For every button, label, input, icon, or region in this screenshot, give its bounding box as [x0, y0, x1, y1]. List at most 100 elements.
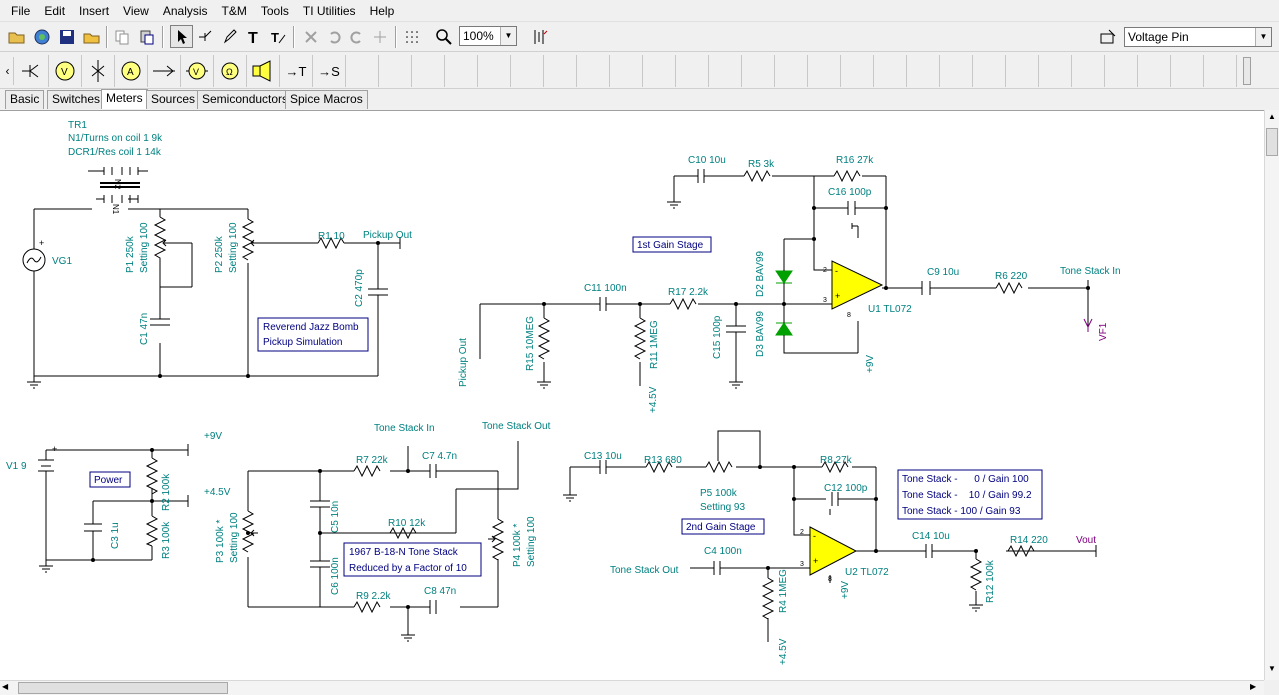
vertical-scroll-thumb[interactable] — [1266, 128, 1278, 156]
p5-setting: Setting 93 — [700, 502, 745, 513]
svg-text:+: + — [52, 444, 57, 454]
schematic-canvas[interactable]: - + - + 2 3 2 3 8 8 + + TR1 N1/Turns on coil 1… — [0, 110, 1264, 680]
r15-label: R15 10MEG — [525, 316, 536, 371]
u1-label: U1 TL072 — [868, 304, 912, 315]
tone-out2-label: Tone Stack Out — [610, 565, 679, 576]
speaker-icon[interactable] — [247, 55, 280, 87]
horizontal-scroll-thumb[interactable] — [18, 682, 228, 694]
undo-icon[interactable] — [322, 25, 345, 48]
menu-edit[interactable]: Edit — [37, 0, 72, 22]
tab-basic[interactable]: Basic — [5, 90, 45, 109]
probe-type-select[interactable]: Voltage Pin ▼ — [1124, 27, 1272, 47]
text-tool-icon[interactable]: T — [242, 25, 265, 48]
open-folder-icon[interactable] — [5, 25, 28, 48]
text-strike-icon[interactable]: T — [266, 25, 289, 48]
vertical-scrollbar[interactable]: ▲ ▼ — [1264, 110, 1279, 680]
tone-out-label: Tone Stack Out — [482, 421, 551, 432]
svg-text:V: V — [193, 67, 199, 77]
menu-tm[interactable]: T&M — [215, 0, 254, 22]
p2-setting: Setting 100 — [228, 222, 239, 273]
sensor-icon[interactable] — [82, 55, 115, 87]
c15-label: C15 100p — [712, 315, 723, 359]
stage2-label: 2nd Gain Stage — [686, 522, 756, 533]
menu-analysis[interactable]: Analysis — [156, 0, 215, 22]
svg-text:T: T — [271, 30, 279, 45]
empty-cell — [1204, 55, 1237, 87]
d3-label: D3 BAV99 — [755, 311, 766, 357]
ohmmeter-lamp-icon[interactable]: Ω — [214, 55, 247, 87]
component-tool-icon[interactable] — [528, 25, 551, 48]
c8-label: C8 47n — [424, 586, 456, 597]
svg-text:2: 2 — [800, 529, 804, 536]
svg-text:2: 2 — [823, 267, 827, 274]
svg-text:+: + — [39, 238, 44, 248]
menu-ti-utilities[interactable]: TI Utilities — [296, 0, 363, 22]
r11-supply-label: +4.5V — [648, 386, 659, 413]
tab-spice-macros[interactable]: Spice Macros — [285, 90, 368, 109]
toolbar-scroll-thumb[interactable] — [1243, 57, 1251, 85]
voltmeter-icon[interactable]: V — [49, 55, 82, 87]
delete-icon[interactable] — [299, 25, 322, 48]
plus9-label: +9V — [204, 431, 222, 442]
menu-insert[interactable]: Insert — [72, 0, 116, 22]
current-arrow-icon[interactable] — [148, 55, 181, 87]
empty-cell — [1138, 55, 1171, 87]
menu-file[interactable]: File — [4, 0, 37, 22]
wire-tool-icon[interactable] — [193, 25, 216, 48]
tone-in-label: Tone Stack In — [1060, 266, 1121, 277]
tab-semiconductors[interactable]: Semiconductors — [197, 90, 294, 109]
note1-line1: Reverend Jazz Bomb — [263, 322, 359, 333]
zoom-select[interactable]: 100% ▼ — [459, 26, 517, 46]
scroll-left-icon[interactable]: ‹ — [2, 57, 14, 85]
empty-cell — [1006, 55, 1039, 87]
text-arrow-icon[interactable]: →T — [280, 55, 313, 87]
r12-label: R12 100k — [985, 559, 996, 603]
scroll-down-icon[interactable]: ▼ — [1266, 664, 1278, 676]
svg-text:+: + — [835, 291, 840, 301]
empty-cell — [940, 55, 973, 87]
menu-view[interactable]: View — [116, 0, 156, 22]
menu-tools[interactable]: Tools — [254, 0, 296, 22]
paste-icon[interactable] — [135, 25, 158, 48]
v1-label: V1 9 — [6, 461, 27, 472]
menu-help[interactable]: Help — [363, 0, 402, 22]
empty-cell — [643, 55, 676, 87]
voltmeter-lamp-icon[interactable]: V — [181, 55, 214, 87]
c2-label: C2 470p — [354, 269, 365, 307]
tab-switches[interactable]: Switches — [47, 90, 106, 109]
zoom-icon[interactable] — [432, 25, 455, 48]
probe-tool-icon[interactable] — [1096, 25, 1119, 48]
ammeter-probe-icon[interactable] — [16, 55, 49, 87]
empty-cell — [742, 55, 775, 87]
ammeter-icon[interactable]: A — [115, 55, 148, 87]
empty-cell — [841, 55, 874, 87]
tr1-dcr: DCR1/Res coil 1 14k — [68, 147, 162, 158]
r8-label: R8 27k — [820, 455, 853, 466]
scroll-left-arrow-icon[interactable]: ◀ — [2, 682, 14, 694]
tab-meters[interactable]: Meters — [101, 89, 148, 109]
open-file-icon[interactable] — [80, 25, 103, 48]
r6-label: R6 220 — [995, 271, 1028, 282]
select-arrow-icon[interactable] — [170, 25, 193, 48]
signal-arrow-icon[interactable]: →S — [313, 55, 346, 87]
tr1-turns: N1/Turns on coil 1 9k — [68, 133, 163, 144]
menu-bar: File Edit Insert View Analysis T&M Tools… — [0, 0, 1279, 22]
save-icon[interactable] — [55, 25, 78, 48]
grid-icon[interactable] — [400, 25, 423, 48]
horizontal-scrollbar[interactable]: ◀ ▶ — [0, 680, 1264, 695]
empty-cell — [907, 55, 940, 87]
crosshair-icon[interactable] — [368, 25, 391, 48]
scroll-up-icon[interactable]: ▲ — [1266, 112, 1278, 124]
note2-line2: Reduced by a Factor of 10 — [349, 563, 467, 574]
scroll-right-arrow-icon[interactable]: ▶ — [1250, 682, 1262, 694]
tab-sources[interactable]: Sources — [146, 90, 201, 109]
pencil-icon[interactable] — [218, 25, 241, 48]
redo-icon[interactable] — [345, 25, 368, 48]
web-globe-icon[interactable] — [30, 25, 53, 48]
c6-label: C6 100n — [330, 557, 341, 595]
c4-label: C4 100n — [704, 546, 742, 557]
power-label: Power — [94, 475, 123, 486]
copy-icon[interactable] — [110, 25, 133, 48]
empty-cell — [1105, 55, 1138, 87]
main-toolbar: T T 100% ▼ Voltage Pin ▼ — [0, 22, 1279, 52]
